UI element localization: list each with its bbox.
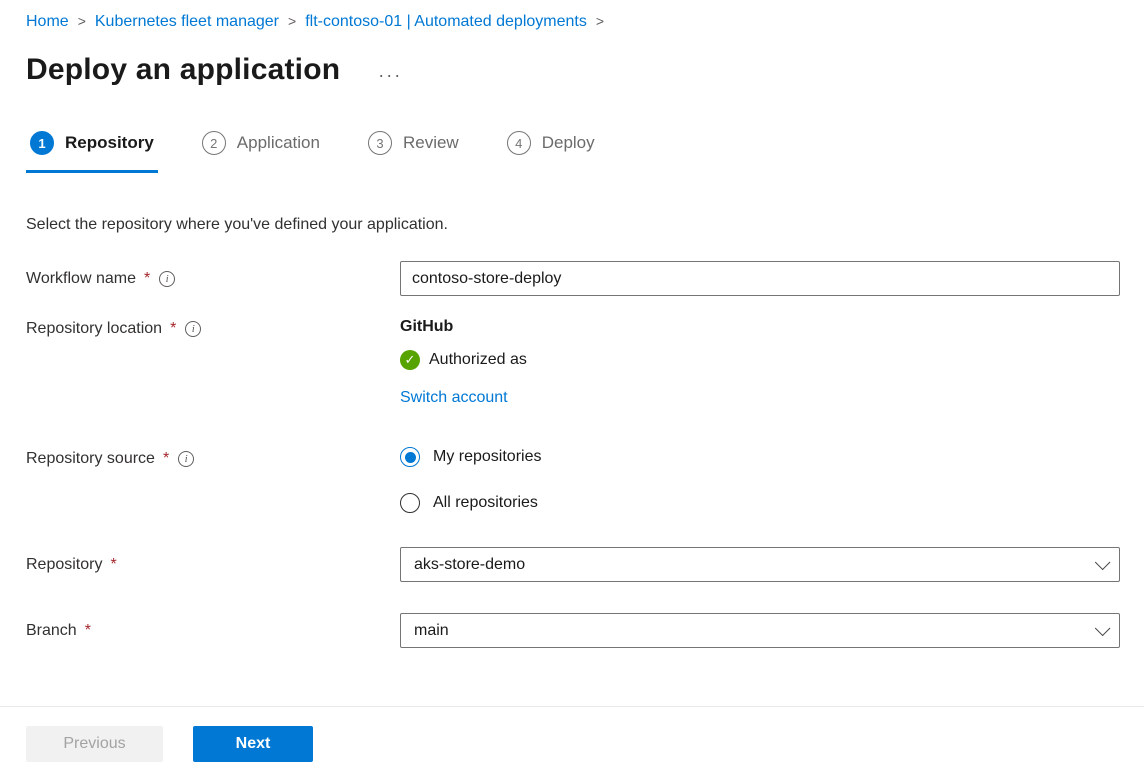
- breadcrumb-fleet-manager[interactable]: Kubernetes fleet manager: [95, 13, 279, 30]
- breadcrumb-separator: >: [596, 13, 604, 29]
- required-asterisk: *: [110, 556, 116, 574]
- repository-source-label-text: Repository source: [26, 450, 155, 468]
- workflow-name-label: Workflow name * i: [26, 270, 400, 288]
- branch-dropdown[interactable]: main: [400, 613, 1120, 648]
- step-2-label: Application: [237, 133, 320, 153]
- workflow-name-input[interactable]: [400, 261, 1120, 296]
- required-asterisk: *: [170, 320, 176, 338]
- repository-label-text: Repository: [26, 556, 102, 574]
- info-icon[interactable]: i: [178, 451, 194, 467]
- repository-location-label: Repository location * i: [26, 318, 400, 338]
- breadcrumb: Home > Kubernetes fleet manager > flt-contos…: [26, 10, 1120, 33]
- switch-account-link[interactable]: Switch account: [400, 389, 508, 407]
- repository-row: Repository * aks-store-demo: [26, 547, 1120, 582]
- tab-repository[interactable]: 1 Repository: [26, 131, 158, 173]
- step-4-label: Deploy: [542, 133, 595, 153]
- authorized-as-text: Authorized as: [429, 351, 527, 369]
- step-1-badge: 1: [30, 131, 54, 155]
- repository-dropdown-value: aks-store-demo: [414, 556, 525, 574]
- chevron-down-icon: [1095, 621, 1111, 637]
- radio-my-repositories[interactable]: My repositories: [400, 447, 1120, 467]
- next-button[interactable]: Next: [193, 726, 313, 762]
- repository-label: Repository *: [26, 556, 400, 574]
- radio-unselected-icon: [400, 493, 420, 513]
- step-1-label: Repository: [65, 133, 154, 153]
- workflow-name-label-text: Workflow name: [26, 270, 136, 288]
- page-title: Deploy an application: [26, 53, 340, 87]
- required-asterisk: *: [144, 270, 150, 288]
- branch-dropdown-value: main: [414, 622, 449, 640]
- step-3-badge: 3: [368, 131, 392, 155]
- branch-label: Branch *: [26, 622, 400, 640]
- info-icon[interactable]: i: [185, 321, 201, 337]
- chevron-down-icon: [1095, 555, 1111, 571]
- repository-location-label-text: Repository location: [26, 320, 162, 338]
- tab-review[interactable]: 3 Review: [364, 131, 463, 173]
- branch-label-text: Branch: [26, 622, 77, 640]
- deploy-application-page: Home > Kubernetes fleet manager > flt-contos…: [0, 0, 1144, 648]
- wizard-steps: 1 Repository 2 Application 3 Review 4 De…: [26, 131, 1120, 174]
- wizard-footer: Previous Next: [0, 706, 1144, 781]
- radio-my-repositories-label: My repositories: [433, 448, 541, 466]
- step-3-label: Review: [403, 133, 459, 153]
- workflow-name-row: Workflow name * i: [26, 261, 1120, 296]
- info-icon[interactable]: i: [159, 271, 175, 287]
- intro-text: Select the repository where you've defin…: [26, 216, 1120, 234]
- more-options-button[interactable]: ···: [378, 60, 402, 80]
- breadcrumb-home[interactable]: Home: [26, 13, 69, 30]
- repository-source-row: Repository source * i My repositories All…: [26, 447, 1120, 513]
- repository-source-label: Repository source * i: [26, 447, 400, 468]
- breadcrumb-automated-deployments[interactable]: flt-contoso-01 | Automated deployments: [305, 13, 587, 30]
- step-4-badge: 4: [507, 131, 531, 155]
- repository-dropdown[interactable]: aks-store-demo: [400, 547, 1120, 582]
- radio-selected-icon: [400, 447, 420, 467]
- radio-all-repositories[interactable]: All repositories: [400, 493, 1120, 513]
- radio-all-repositories-label: All repositories: [433, 494, 538, 512]
- required-asterisk: *: [85, 622, 91, 640]
- step-2-badge: 2: [202, 131, 226, 155]
- breadcrumb-separator: >: [78, 13, 86, 29]
- breadcrumb-separator: >: [288, 13, 296, 29]
- tab-application[interactable]: 2 Application: [198, 131, 324, 173]
- tab-deploy[interactable]: 4 Deploy: [503, 131, 599, 173]
- previous-button[interactable]: Previous: [26, 726, 163, 762]
- branch-row: Branch * main: [26, 613, 1120, 648]
- authorized-check-icon: ✓: [400, 350, 420, 370]
- provider-name: GitHub: [400, 318, 1120, 336]
- required-asterisk: *: [163, 450, 169, 468]
- repository-location-row: Repository location * i GitHub ✓ Authoriz…: [26, 318, 1120, 407]
